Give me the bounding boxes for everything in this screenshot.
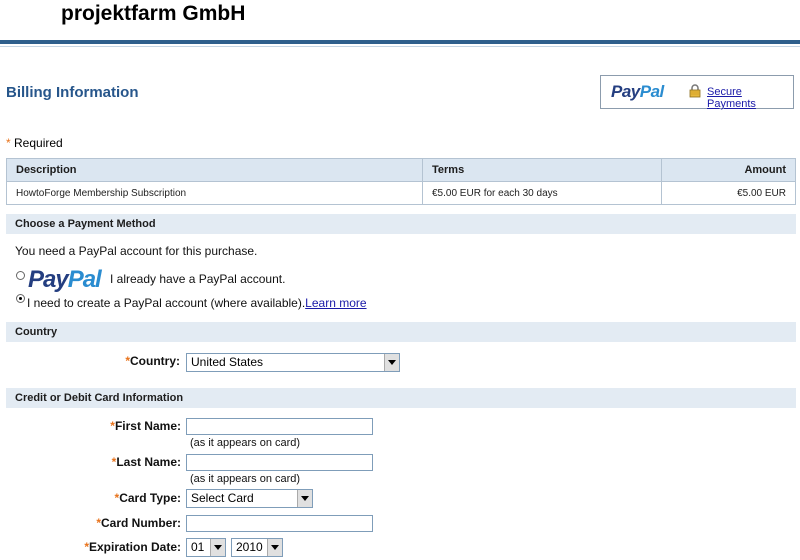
card-number-label: *Card Number: (60, 516, 181, 530)
page-title: Billing Information (6, 84, 139, 101)
card-type-label: *Card Type: (60, 491, 181, 505)
country-label: *Country: (100, 354, 180, 368)
card-type-label-text: Card Type: (119, 491, 181, 505)
first-name-label: *First Name: (60, 419, 181, 433)
expiration-label-text: Expiration Date: (88, 540, 181, 554)
country-select[interactable]: United States (186, 353, 400, 372)
chevron-down-icon[interactable] (210, 539, 225, 556)
card-type-select[interactable]: Select Card (186, 489, 313, 508)
header-amount: Amount (661, 158, 796, 182)
paypal-large-pal: Pal (67, 266, 102, 293)
table-row: HowtoForge Membership Subscription €5.00… (6, 181, 796, 205)
required-star: * (6, 136, 11, 150)
merchant-name: projektfarm GmbH (61, 2, 246, 25)
option-existing-label: I already have a PayPal account. (110, 272, 286, 286)
payment-method-header: Choose a Payment Method (6, 214, 796, 234)
required-label: Required (14, 136, 63, 150)
chevron-down-icon[interactable] (384, 354, 399, 371)
option-create-label: I need to create a PayPal account (where… (27, 296, 367, 310)
header-divider (0, 40, 800, 44)
secure-payments-box: PayPal Secure Payments (600, 75, 794, 110)
country-value: United States (191, 355, 264, 369)
paypal-logo-pay: Pay (611, 82, 640, 101)
first-name-hint: (as it appears on card) (190, 437, 301, 449)
radio-create-account[interactable] (16, 294, 25, 303)
country-label-text: Country: (130, 354, 180, 368)
chevron-down-icon[interactable] (267, 539, 282, 556)
order-summary-table: Description Terms Amount HowtoForge Memb… (6, 158, 796, 205)
exp-year-select[interactable]: 2010 (231, 538, 283, 557)
first-name-label-text: First Name: (114, 419, 181, 433)
option-create-text: I need to create a PayPal account (where… (27, 296, 306, 310)
payment-note: You need a PayPal account for this purch… (15, 244, 258, 258)
exp-month-select[interactable]: 01 (186, 538, 226, 557)
expiration-label: *Expiration Date: (60, 540, 181, 554)
country-header: Country (6, 322, 796, 342)
paypal-logo-pal: Pal (639, 82, 665, 101)
secure-payments-link[interactable]: Secure Payments (707, 86, 793, 110)
lock-icon (689, 84, 701, 98)
paypal-logo-large: PayPal (28, 266, 102, 294)
header-terms: Terms (422, 158, 662, 182)
card-info-header: Credit or Debit Card Information (6, 388, 796, 408)
cell-description: HowtoForge Membership Subscription (6, 181, 423, 205)
card-type-value: Select Card (191, 491, 254, 505)
table-header-row: Description Terms Amount (6, 158, 796, 182)
header-divider-thin (0, 46, 800, 47)
paypal-large-pay: Pay (28, 266, 69, 293)
chevron-down-icon[interactable] (297, 490, 312, 507)
cell-amount: €5.00 EUR (661, 181, 796, 205)
last-name-label: *Last Name: (60, 455, 181, 469)
last-name-hint: (as it appears on card) (190, 473, 301, 485)
required-note: * Required (6, 136, 63, 150)
learn-more-link[interactable]: Learn more (305, 296, 366, 310)
exp-month-value: 01 (191, 540, 205, 554)
cell-terms: €5.00 EUR for each 30 days (422, 181, 662, 205)
last-name-field[interactable] (186, 454, 373, 471)
last-name-label-text: Last Name: (116, 455, 181, 469)
first-name-field[interactable] (186, 418, 373, 435)
paypal-logo: PayPal (611, 82, 664, 102)
header-description: Description (6, 158, 423, 182)
card-number-label-text: Card Number: (100, 516, 181, 530)
radio-existing-account[interactable] (16, 271, 25, 280)
card-number-field[interactable] (186, 515, 373, 532)
exp-year-value: 2010 (236, 540, 263, 554)
